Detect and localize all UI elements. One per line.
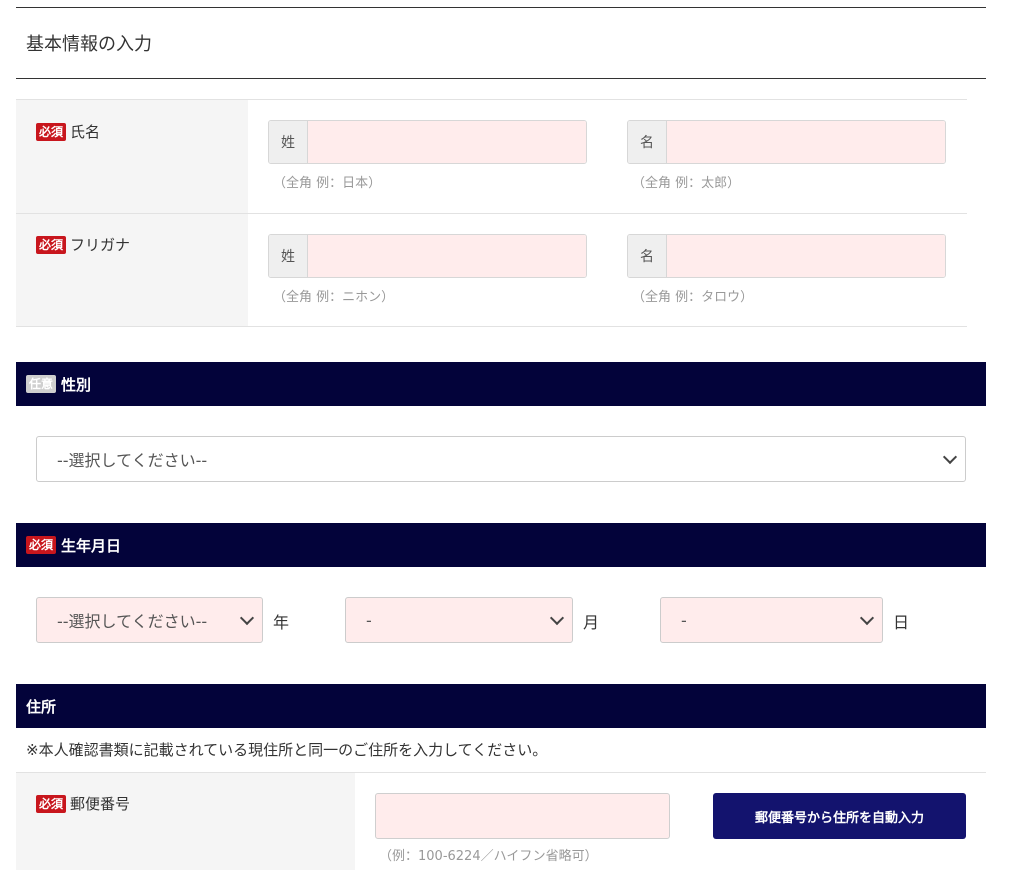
top-divider xyxy=(16,7,986,8)
address-section-header: 住所 xyxy=(16,684,986,728)
day-unit: 日 xyxy=(893,613,910,632)
year-unit: 年 xyxy=(273,613,290,632)
birth-month-select[interactable]: - xyxy=(345,597,573,643)
birth-day-selected: - xyxy=(681,610,687,630)
gender-select[interactable]: --選択してください-- xyxy=(36,436,966,482)
chevron-down-icon xyxy=(859,610,875,626)
title-divider xyxy=(16,78,986,79)
gender-label: 性別 xyxy=(61,375,92,394)
zip-code-input[interactable] xyxy=(375,793,670,839)
first-kana-prefix: 名 xyxy=(628,235,667,277)
first-kana-group: 名 xyxy=(627,234,946,278)
name-row-label: 必須 氏名 xyxy=(36,121,100,142)
last-name-input[interactable] xyxy=(308,121,586,163)
first-name-input[interactable] xyxy=(667,121,945,163)
last-name-hint: （全角 例：日本） xyxy=(273,176,382,191)
last-name-prefix: 姓 xyxy=(269,121,308,163)
chevron-down-icon xyxy=(239,610,255,626)
birth-month-selected: - xyxy=(366,610,372,630)
required-badge: 必須 xyxy=(36,794,67,813)
optional-badge: 任意 xyxy=(26,375,57,393)
month-unit: 月 xyxy=(583,613,600,632)
zip-code-value xyxy=(376,794,669,822)
kana-label: フリガナ xyxy=(70,236,131,254)
kana-row-label: 必須 フリガナ xyxy=(36,234,130,255)
last-kana-input[interactable] xyxy=(308,235,586,277)
name-label-cell xyxy=(16,100,248,213)
zip-hint: （例：100-6224／ハイフン省略可） xyxy=(379,849,598,864)
chevron-down-icon xyxy=(549,610,565,626)
address-label: 住所 xyxy=(26,697,57,716)
first-name-hint: （全角 例：太郎） xyxy=(632,176,741,191)
required-badge: 必須 xyxy=(36,235,67,254)
last-kana-prefix: 姓 xyxy=(269,235,308,277)
row-divider xyxy=(16,326,967,327)
chevron-down-icon xyxy=(942,449,958,465)
gender-selected-value: --選択してください-- xyxy=(57,451,208,470)
last-kana-group: 姓 xyxy=(268,234,587,278)
birthdate-section-header: 必須 生年月日 xyxy=(16,523,986,567)
required-badge: 必須 xyxy=(36,122,67,141)
zip-row-label: 必須 郵便番号 xyxy=(36,793,130,814)
birth-day-select[interactable]: - xyxy=(660,597,883,643)
last-name-group: 姓 xyxy=(268,120,587,164)
first-name-group: 名 xyxy=(627,120,946,164)
address-notice: ※本人確認書類に記載されている現住所と同一のご住所を入力してください。 xyxy=(26,741,548,759)
first-kana-hint: （全角 例：タロウ） xyxy=(632,290,754,305)
birth-year-selected: --選択してください-- xyxy=(57,612,208,631)
gender-section-header: 任意 性別 xyxy=(16,362,986,406)
kana-label-cell xyxy=(16,214,248,326)
zip-label-cell xyxy=(16,773,355,870)
last-kana-hint: （全角 例：ニホン） xyxy=(273,290,395,305)
zip-autofill-button[interactable]: 郵便番号から住所を自動入力 xyxy=(713,793,966,839)
birth-year-select[interactable]: --選択してください-- xyxy=(36,597,263,643)
zip-label: 郵便番号 xyxy=(70,795,131,813)
first-kana-input[interactable] xyxy=(667,235,945,277)
name-label: 氏名 xyxy=(70,123,101,141)
first-name-prefix: 名 xyxy=(628,121,667,163)
birthdate-label: 生年月日 xyxy=(61,536,122,555)
page-title: 基本情報の入力 xyxy=(26,34,152,55)
required-badge: 必須 xyxy=(26,536,57,554)
